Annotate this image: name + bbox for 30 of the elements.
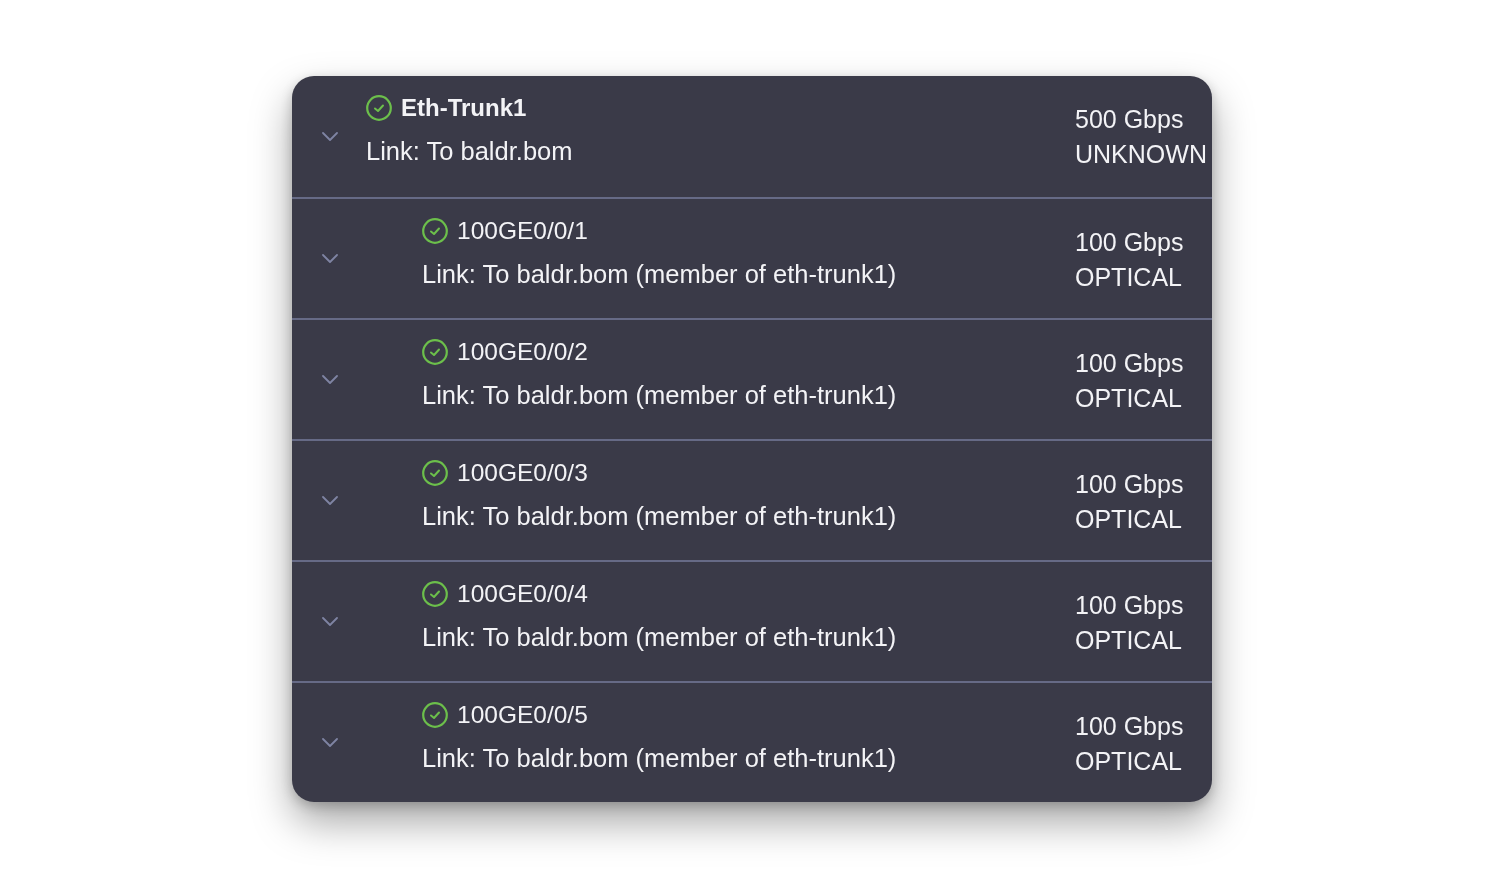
speed-text: 100 Gbps xyxy=(1075,348,1185,379)
chevron-down-icon[interactable] xyxy=(322,617,338,626)
interface-name: 100GE0/0/2 xyxy=(457,337,588,367)
chevron-down-icon[interactable] xyxy=(322,375,338,384)
link-description: Link: To baldr.bom (member of eth-trunk1) xyxy=(422,743,898,774)
chevron-down-icon[interactable] xyxy=(322,132,338,141)
interface-name: 100GE0/0/4 xyxy=(457,579,588,609)
link-description: Link: To baldr.bom xyxy=(366,136,574,167)
speed-text: 100 Gbps xyxy=(1075,711,1185,742)
chevron-down-icon[interactable] xyxy=(322,254,338,263)
media-type-text: OPTICAL xyxy=(1075,504,1183,535)
chevron-down-icon[interactable] xyxy=(322,496,338,505)
media-type-text: OPTICAL xyxy=(1075,383,1183,414)
speed-text: 100 Gbps xyxy=(1075,227,1185,258)
speed-text: 500 Gbps xyxy=(1075,104,1185,135)
interface-name: 100GE0/0/3 xyxy=(457,458,588,488)
link-description: Link: To baldr.bom (member of eth-trunk1) xyxy=(422,501,898,532)
link-description: Link: To baldr.bom (member of eth-trunk1) xyxy=(422,622,898,653)
interface-name: Eth-Trunk1 xyxy=(401,93,527,123)
speed-text: 100 Gbps xyxy=(1075,590,1185,621)
link-description: Link: To baldr.bom (member of eth-trunk1) xyxy=(422,259,898,290)
media-type-text: OPTICAL xyxy=(1075,262,1183,293)
media-type-text: OPTICAL xyxy=(1075,746,1183,777)
interface-name: 100GE0/0/5 xyxy=(457,700,588,730)
interface-name: 100GE0/0/1 xyxy=(457,216,588,246)
media-type-text: UNKNOWN xyxy=(1075,139,1208,170)
speed-text: 100 Gbps xyxy=(1075,469,1185,500)
chevron-down-icon[interactable] xyxy=(322,738,338,747)
media-type-text: OPTICAL xyxy=(1075,625,1183,656)
link-description: Link: To baldr.bom (member of eth-trunk1) xyxy=(422,380,898,411)
